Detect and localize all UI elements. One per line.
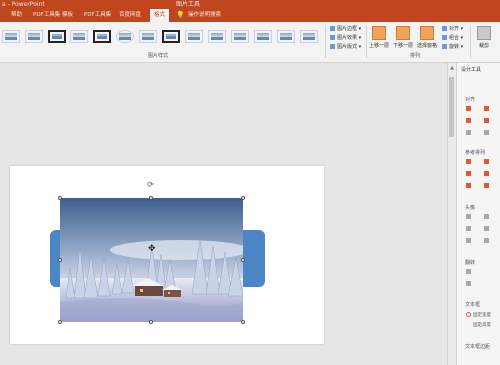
lightbulb-icon: 💡 — [176, 11, 185, 19]
size-icon[interactable] — [466, 238, 471, 243]
spacing-icon[interactable] — [466, 183, 471, 188]
selection-pane-button[interactable]: 选择窗格 — [416, 26, 438, 49]
section-rotate: 翻转 — [465, 260, 476, 266]
flip-icon[interactable] — [466, 269, 471, 274]
rotate-button[interactable]: 旋转 ▾ — [442, 44, 463, 51]
flip-icon[interactable] — [466, 281, 471, 286]
group-label-picture-styles: 图片样式 — [148, 53, 169, 59]
tab-pdf-tools-2[interactable]: PDF工具集 — [84, 9, 111, 22]
radio-fixed-width[interactable] — [466, 312, 471, 317]
crop-icon — [477, 26, 491, 40]
ribbon-divider — [470, 25, 471, 58]
move-cursor-icon: ✥ — [148, 244, 156, 254]
picture-style-thumb[interactable] — [2, 30, 20, 43]
resize-handle[interactable] — [241, 258, 245, 262]
vertical-scrollbar[interactable]: ▲ — [447, 63, 456, 365]
picture-layout-button[interactable]: 图片版式 ▾ — [330, 44, 361, 51]
align-left-icon[interactable] — [466, 106, 471, 111]
pane-title: 设计工具 — [461, 67, 482, 73]
send-backward-icon — [396, 26, 410, 40]
scroll-up-arrow-icon[interactable]: ▲ — [448, 65, 456, 71]
spacing-icon[interactable] — [466, 171, 471, 176]
tab-template[interactable]: 模板 — [62, 9, 73, 22]
section-align: 对齐 — [465, 97, 476, 103]
picture-style-thumb[interactable] — [116, 30, 134, 43]
size-icon[interactable] — [466, 214, 471, 219]
send-backward-button[interactable]: 下移一层 — [392, 26, 414, 49]
section-spacing: 参考排列 — [465, 150, 486, 156]
tab-pdf-tools[interactable]: PDF工具集 — [33, 9, 60, 22]
picture-style-thumb[interactable] — [231, 30, 249, 43]
ribbon: 图片样式 图片边框 ▾ 图片效果 ▾ 图片版式 ▾ 上移一层 下移一层 选择窗格… — [0, 22, 500, 63]
size-icon[interactable] — [466, 226, 471, 231]
group-label-arrange: 排列 — [410, 53, 421, 59]
size-icon[interactable] — [484, 238, 489, 243]
resize-handle[interactable] — [149, 320, 153, 324]
picture-style-thumb[interactable] — [25, 30, 43, 43]
resize-handle[interactable] — [58, 320, 62, 324]
group-icon — [442, 35, 447, 40]
align-middle-icon[interactable] — [484, 118, 489, 123]
effects-icon — [330, 35, 335, 40]
picture-style-thumb[interactable] — [300, 30, 318, 43]
spacing-icon[interactable] — [466, 159, 471, 164]
resize-handle[interactable] — [241, 196, 245, 200]
resize-handle[interactable] — [58, 196, 62, 200]
ribbon-tabs: 帮助 PDF工具集 模板 PDF工具集 百度网盘 格式 💡 操作说明搜索 — [0, 9, 500, 22]
section-size: 头像 — [465, 205, 476, 211]
align-button[interactable]: 对齐 ▾ — [442, 26, 463, 33]
spacing-icon[interactable] — [484, 171, 489, 176]
tab-format[interactable]: 格式 — [150, 9, 170, 22]
group-button[interactable]: 组合 ▾ — [442, 35, 463, 42]
align-top-icon[interactable] — [466, 118, 471, 123]
selection-pane-icon — [420, 26, 434, 40]
spacing-icon[interactable] — [484, 159, 489, 164]
picture-border-button[interactable]: 图片边框 ▾ — [330, 26, 361, 33]
tell-me-search[interactable]: 操作说明搜索 — [188, 9, 221, 22]
tab-help[interactable]: 帮助 — [11, 9, 22, 22]
picture-style-thumb[interactable] — [254, 30, 272, 43]
picture-style-thumb[interactable] — [70, 30, 88, 43]
snow-forest-picture — [60, 198, 243, 322]
section-text-margin: 文本框边距 — [465, 344, 491, 350]
spacing-icon[interactable] — [484, 183, 489, 188]
align-icon — [442, 26, 447, 31]
window-title: a - PowerPoint — [2, 1, 45, 8]
bring-forward-button[interactable]: 上移一层 — [368, 26, 390, 49]
resize-handle[interactable] — [149, 196, 153, 200]
rotate-icon — [442, 44, 447, 49]
distribute-v-icon[interactable] — [484, 130, 489, 135]
design-tools-pane: 设计工具 对齐 参考排列 头像 翻转 文本框 固定宽度 固定高度 文本框边距 — [456, 63, 500, 365]
picture-style-thumb[interactable] — [208, 30, 226, 43]
radio-label: 固定宽度 — [473, 313, 491, 318]
section-text-box: 文本框 — [465, 302, 481, 308]
size-icon[interactable] — [484, 226, 489, 231]
ribbon-divider — [366, 25, 367, 58]
ribbon-divider — [325, 25, 326, 58]
distribute-h-icon[interactable] — [466, 130, 471, 135]
resize-handle[interactable] — [241, 320, 245, 324]
picture-style-thumb[interactable] — [277, 30, 295, 43]
picture-style-thumb[interactable] — [48, 30, 66, 43]
rotate-icon[interactable]: ⟳ — [146, 180, 155, 189]
align-center-icon[interactable] — [484, 106, 489, 111]
tab-baidu-netdisk[interactable]: 百度网盘 — [119, 9, 141, 22]
snow-landscape-image[interactable] — [60, 198, 243, 322]
border-icon — [330, 26, 335, 31]
scroll-thumb[interactable] — [449, 77, 454, 137]
picture-effects-button[interactable]: 图片效果 ▾ — [330, 35, 361, 42]
crop-button[interactable]: 裁剪 — [473, 26, 495, 49]
picture-style-thumb[interactable] — [162, 30, 180, 43]
context-tab-label: 图片工具 — [176, 1, 201, 8]
picture-style-thumb[interactable] — [185, 30, 203, 43]
bring-forward-icon — [372, 26, 386, 40]
size-icon[interactable] — [484, 214, 489, 219]
layout-icon — [330, 44, 335, 49]
resize-handle[interactable] — [58, 258, 62, 262]
radio-label: 固定高度 — [473, 323, 491, 328]
picture-style-thumb[interactable] — [93, 30, 111, 43]
title-bar: a - PowerPoint 图片工具 — [0, 0, 500, 9]
picture-style-thumb[interactable] — [139, 30, 157, 43]
